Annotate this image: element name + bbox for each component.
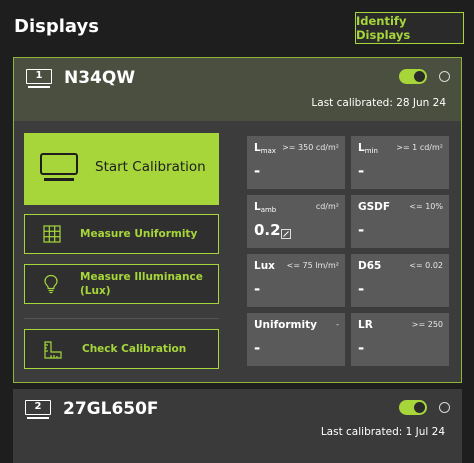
identify-displays-button[interactable]: Identify Displays: [355, 12, 464, 44]
metric-lux-tile: Lux <= 75 lm/m² -: [247, 254, 345, 307]
display-enable-toggle[interactable]: [399, 400, 427, 415]
ruler-icon: [44, 341, 62, 359]
display-enable-toggle[interactable]: [399, 69, 427, 84]
start-calibration-button[interactable]: Start Calibration: [24, 133, 219, 205]
metric-d65-tile: D65 <= 0.02 -: [351, 254, 449, 307]
metric-uniformity-tile: Uniformity - -: [247, 313, 345, 366]
metric-lr-tile: LR >= 250 -: [351, 313, 449, 366]
measure-uniformity-button[interactable]: Measure Uniformity: [24, 214, 219, 254]
monitor-icon: [40, 153, 78, 175]
last-calibrated-text: Last calibrated: 28 Jun 24: [311, 97, 446, 109]
check-calibration-button[interactable]: Check Calibration: [24, 329, 219, 369]
metric-lmax-tile: Lmax >= 350 cd/m² -: [247, 136, 345, 189]
grid-icon: [43, 225, 61, 243]
measure-illuminance-button[interactable]: Measure Illuminance (Lux): [24, 264, 219, 304]
display-select-radio[interactable]: [439, 71, 450, 82]
display-name: N34QW: [64, 68, 136, 88]
lightbulb-icon: [44, 274, 58, 294]
display-name: 27GL650F: [63, 399, 159, 419]
display-select-radio[interactable]: [439, 402, 450, 413]
metric-lmin-tile: Lmin >= 1 cd/m² -: [351, 136, 449, 189]
display-header-1[interactable]: 1 N34QW Last calibrated: 28 Jun 24: [14, 58, 461, 121]
display-panel-1: 1 N34QW Last calibrated: 28 Jun 24 Start…: [13, 57, 462, 383]
action-divider: [24, 318, 219, 319]
metric-lamb-tile: Lamb cd/m² 0.2: [247, 195, 345, 248]
last-calibrated-text: Last calibrated: 1 Jul 24: [320, 426, 445, 438]
display-panel-2[interactable]: 2 27GL650F Last calibrated: 1 Jul 24: [13, 389, 462, 463]
metric-gsdf-tile: GSDF <= 10% -: [351, 195, 449, 248]
page-title: Displays: [14, 16, 99, 37]
edit-icon[interactable]: [281, 229, 291, 239]
